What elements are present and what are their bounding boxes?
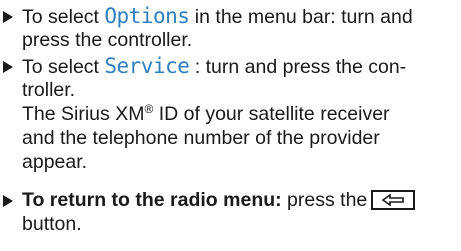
registered-mark: ® — [144, 102, 154, 116]
step-3-line-1: To return to the radio menu: press the — [22, 188, 458, 212]
step-2-result-line-2: and the telephone number of the provider — [22, 127, 380, 149]
bullet-arrow-icon — [3, 11, 13, 23]
step-1-suffix: in the menu bar: turn and — [189, 6, 413, 28]
service-menu-term: Service — [104, 54, 190, 78]
step-3-suffix: press the — [281, 189, 368, 211]
back-button-symbol — [371, 190, 416, 210]
step-1-text: To select Options in the menu bar: turn … — [22, 4, 458, 52]
step-1-line-1: To select Options in the menu bar: turn … — [22, 4, 458, 28]
step-3-line-2: button. — [22, 213, 82, 235]
step-2-suffix: : turn and press the con- — [189, 56, 407, 78]
back-arrow-icon — [381, 194, 405, 206]
step-2-line-1: To select Service : turn and press the c… — [22, 54, 458, 78]
result-prefix: The Sirius XM — [22, 103, 145, 125]
manual-page: To select Options in the menu bar: turn … — [0, 0, 461, 251]
step-2-result-line-3: appear. — [22, 151, 88, 173]
result-suffix: ID of your satellite receiver — [153, 103, 390, 125]
return-instruction-heading: To return to the radio menu: — [22, 189, 282, 211]
step-2-text: To select Service : turn and press the c… — [22, 54, 458, 174]
bullet-arrow-icon — [3, 195, 13, 207]
step-2-prefix: To select — [22, 56, 105, 78]
step-1-line-2: press the controller. — [22, 29, 193, 51]
step-1-prefix: To select — [22, 6, 105, 28]
options-menu-term: Options — [104, 4, 190, 28]
step-2-result-line-1: The Sirius XM® ID of your satellite rece… — [22, 102, 458, 126]
bullet-arrow-icon — [3, 61, 13, 73]
step-3-text: To return to the radio menu: press the b… — [22, 188, 458, 236]
step-2-line-2: troller. — [22, 79, 76, 101]
